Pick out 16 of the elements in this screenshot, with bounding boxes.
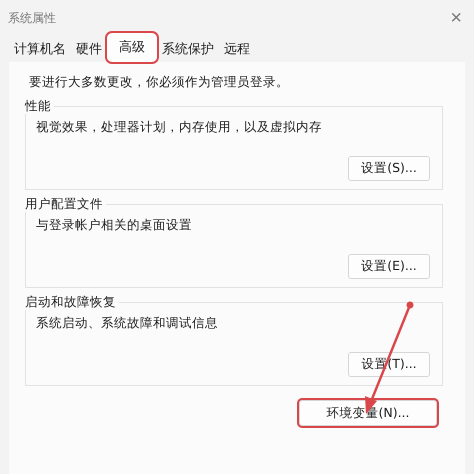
tab[interactable]: 远程 — [219, 36, 255, 62]
settings-button[interactable]: 设置(E)... — [348, 254, 430, 279]
group-description: 与登录帐户相关的桌面设置 — [36, 217, 193, 234]
group-description: 系统启动、系统故障和调试信息 — [36, 315, 219, 332]
settings-button[interactable]: 设置(S)... — [348, 156, 430, 181]
tab[interactable]: 系统保护 — [157, 36, 219, 62]
close-button[interactable]: × — [444, 8, 468, 28]
group-description: 视觉效果，处理器计划，内存使用，以及虚拟内存 — [36, 119, 323, 136]
tab[interactable]: 高级 — [107, 33, 157, 62]
tab[interactable]: 计算机名 — [9, 36, 71, 62]
admin-notice: 要进行大多数更改，你必须作为管理员登录。 — [28, 73, 290, 91]
window-title: 系统属性 — [8, 10, 56, 26]
group-title: 用户配置文件 — [25, 196, 106, 212]
tab[interactable]: 硬件 — [71, 36, 107, 62]
group-title: 性能 — [25, 98, 54, 114]
group-title: 启动和故障恢复 — [25, 294, 119, 310]
